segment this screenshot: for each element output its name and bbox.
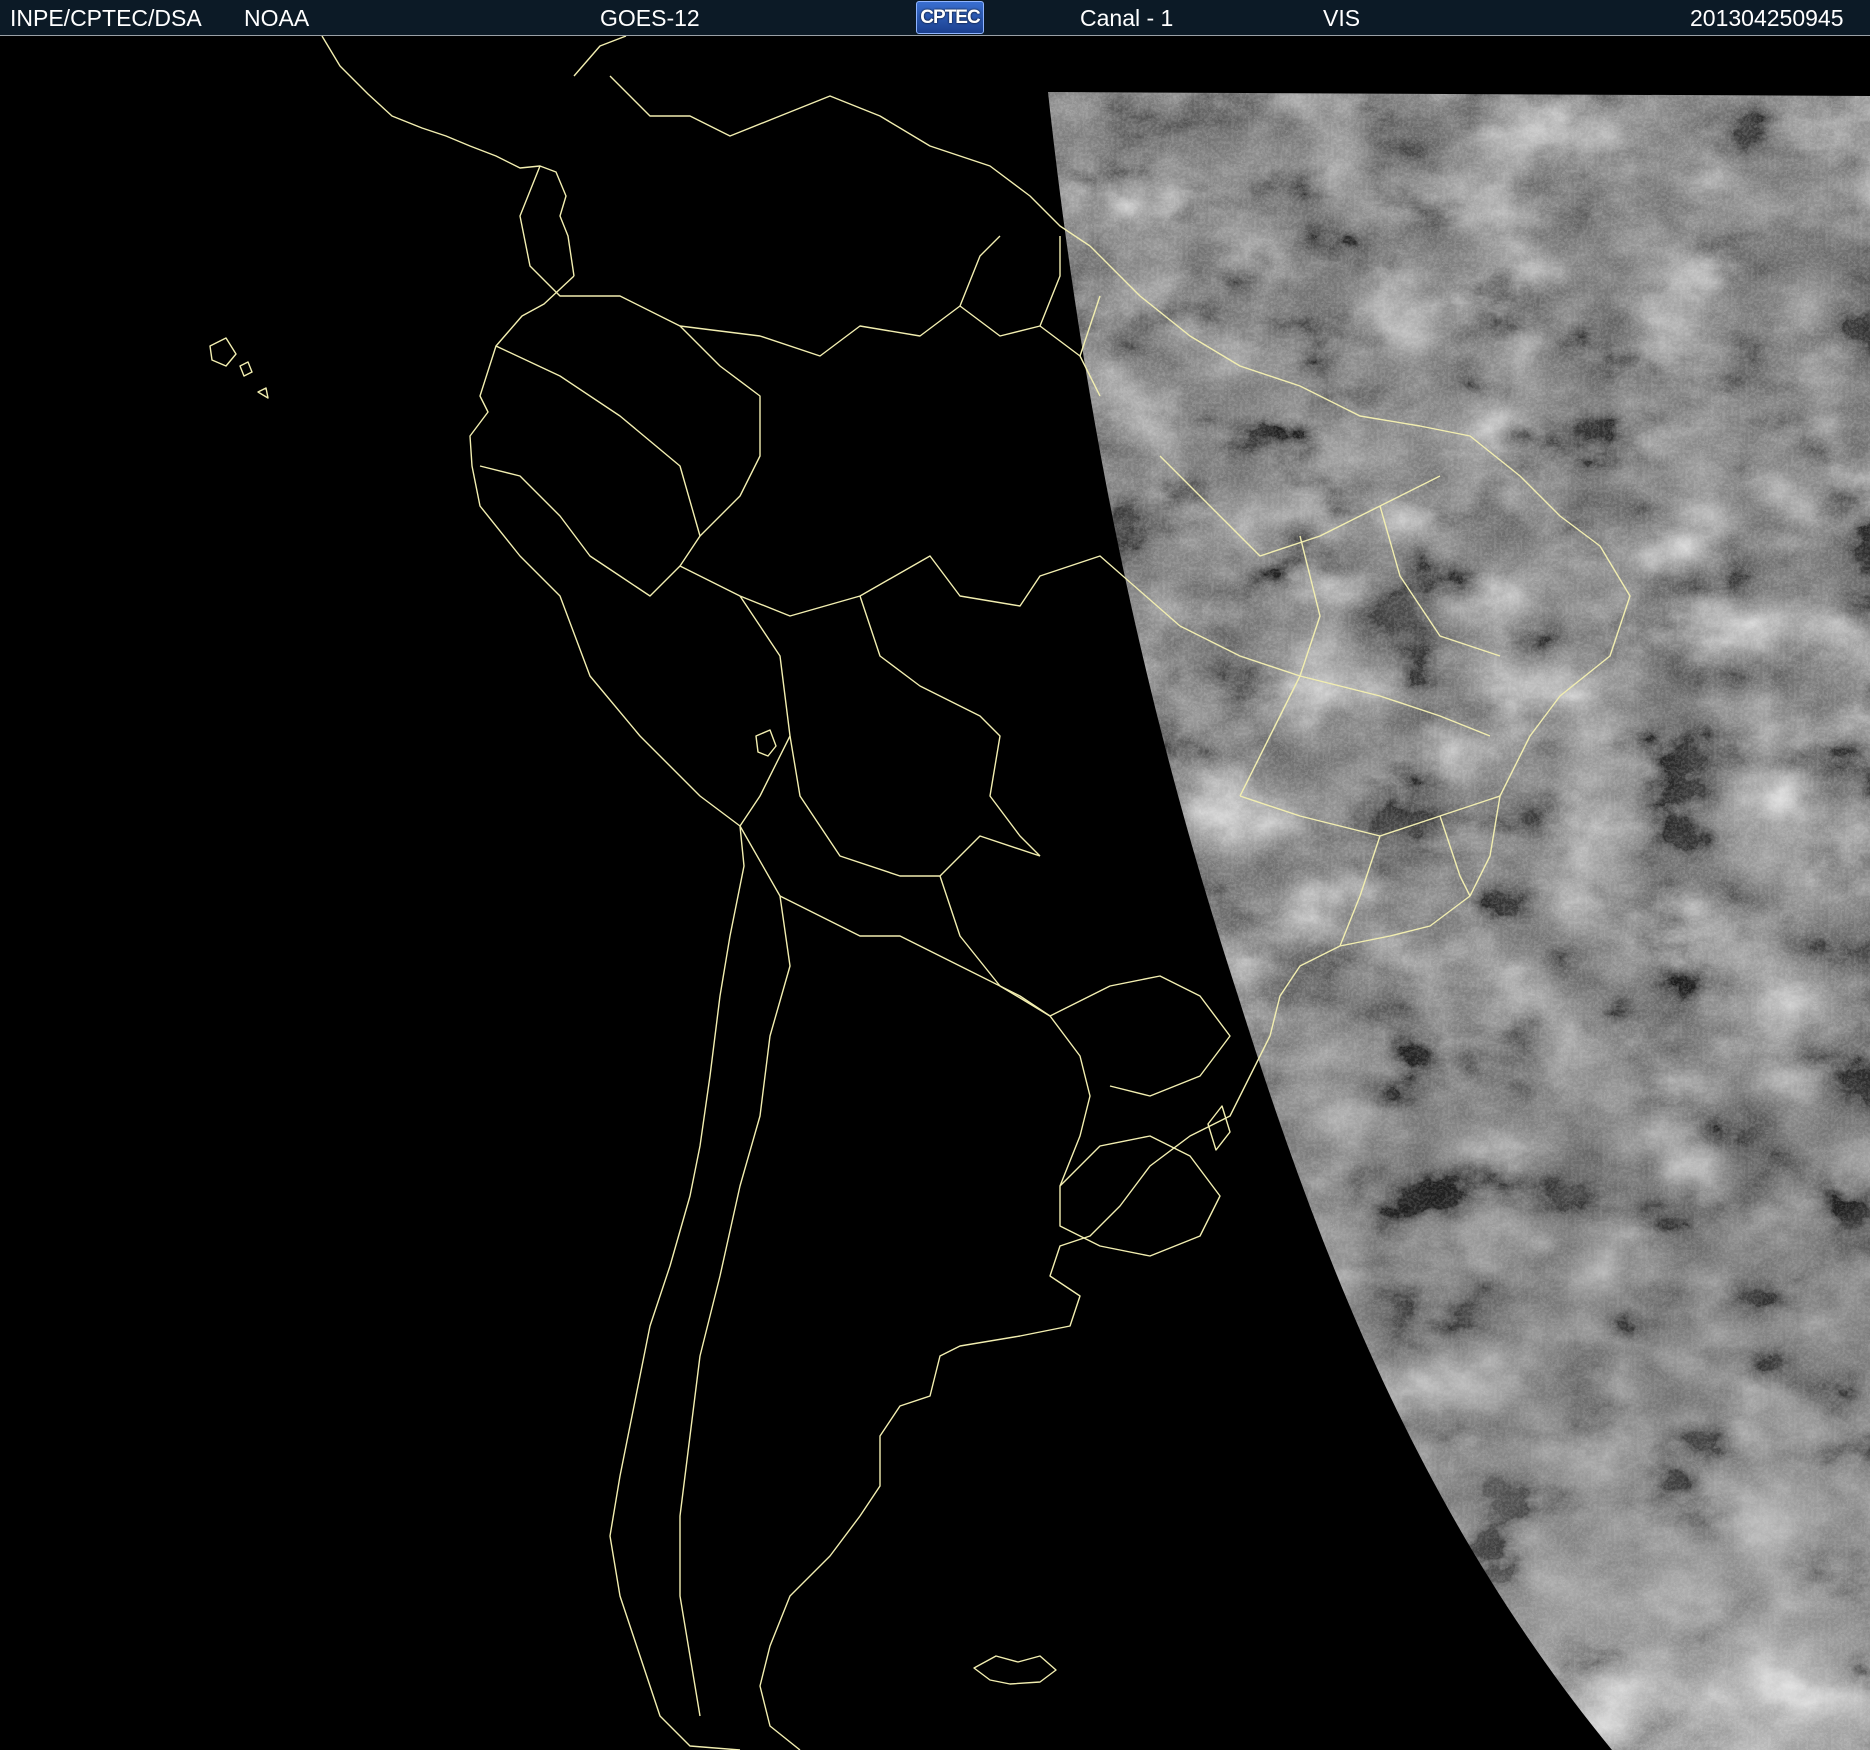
peru-bolivia-border [739,595,791,827]
galapagos-islands [209,337,269,399]
satellite-map-canvas [209,36,1870,1750]
satellite-label: GOES-12 [600,5,700,31]
caribbean-coast [573,36,1091,247]
satellite-map [0,36,1870,1750]
argentina-chile-border [679,825,791,1717]
colombia-peru-border [479,345,701,597]
pacific-coast [469,275,745,1750]
bolivia-paraguay-border [789,735,1041,877]
channel-label: Canal - 1 [1080,5,1174,31]
agency-label: INPE/CPTEC/DSA [10,5,202,31]
lagoa-dos-patos [1207,1105,1231,1151]
central-america-coast [321,36,575,277]
paraguay-border [939,875,1231,1097]
timestamp-label: 201304250945 [1690,5,1844,31]
argentina-north-border [779,895,1091,1187]
cloud-imagery [1048,92,1870,1750]
lake-titicaca [755,729,777,757]
bolivia-brazil-border [859,595,1041,857]
colombia-venezuela-border [519,165,761,537]
falkland-islands [973,1655,1057,1685]
provider-label: NOAA [244,5,310,31]
cptec-logo: CPTEC [916,1,984,34]
uruguay-border [1059,1135,1221,1257]
image-header-bar: INPE/CPTEC/DSA NOAA GOES-12 CPTEC Canal … [0,0,1870,36]
peru-brazil-border [679,555,1181,627]
band-label: VIS [1323,5,1361,31]
